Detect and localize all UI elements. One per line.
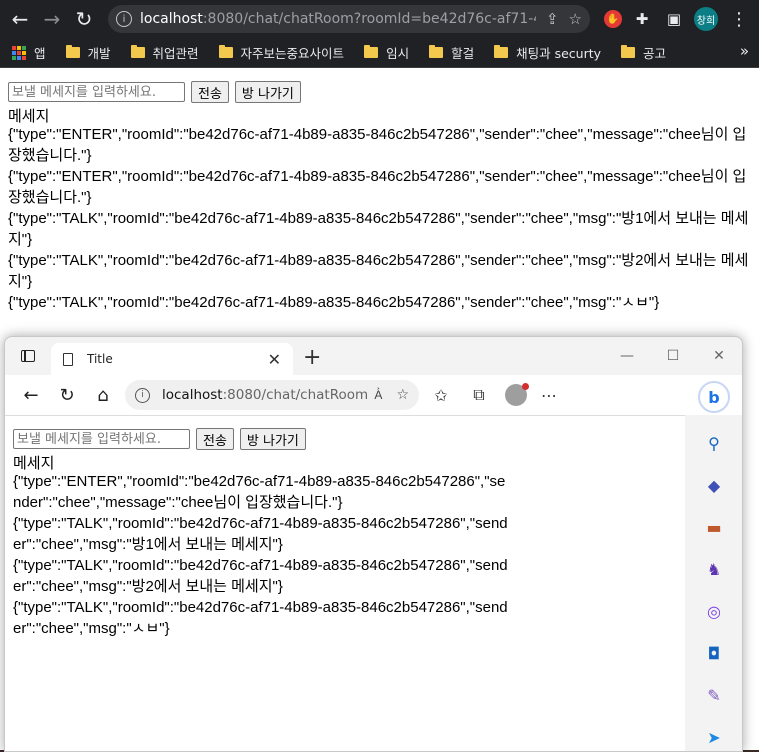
bookmark-label: 할걸 — [451, 46, 475, 61]
office-icon[interactable]: ◎ — [700, 597, 728, 625]
bookmark-label: 공고 — [643, 46, 667, 61]
message-item: {"type":"ENTER","roomId":"be42d76c-af71-… — [8, 126, 747, 164]
message-item: {"type":"TALK","roomId":"be42d76c-af71-4… — [13, 599, 508, 637]
send-button[interactable]: 전송 — [196, 428, 234, 450]
message-item: {"type":"ENTER","roomId":"be42d76c-af71-… — [8, 168, 747, 206]
site-info-icon[interactable]: i — [135, 387, 150, 403]
briefcase-icon[interactable]: ▬ — [700, 513, 728, 541]
tab-actions-icon[interactable] — [21, 350, 35, 362]
bookmark-folder[interactable]: 공고 — [621, 43, 666, 62]
profile-avatar[interactable] — [505, 383, 529, 406]
bookmark-folder[interactable]: 채팅과 securty — [494, 43, 601, 62]
close-window-icon[interactable]: ✕ — [696, 337, 742, 375]
url-rest: :8080/chat/chatRoom?roomId=be42d76c-af71… — [202, 11, 536, 27]
message-item: {"type":"TALK","roomId":"be42d76c-af71-4… — [8, 294, 660, 311]
favorites-icon[interactable]: ✩ — [425, 379, 457, 411]
close-tab-icon[interactable]: ✕ — [268, 350, 281, 369]
bookmarks-overflow-button[interactable]: » — [740, 42, 749, 60]
message-item: {"type":"TALK","roomId":"be42d76c-af71-4… — [8, 252, 749, 290]
bookmark-folder[interactable]: 임시 — [364, 43, 409, 62]
send-button[interactable]: 전송 — [191, 81, 229, 103]
maximize-icon[interactable]: ☐ — [650, 337, 696, 375]
bookmark-label: 취업관련 — [152, 46, 199, 61]
message-form: 전송 방 나가기 — [13, 428, 306, 450]
message-item: {"type":"TALK","roomId":"be42d76c-af71-4… — [8, 210, 749, 248]
bookmark-label: 임시 — [386, 46, 410, 61]
forward-icon[interactable]: → — [38, 5, 66, 33]
outlook-icon[interactable]: ◘ — [700, 639, 728, 667]
leave-room-button[interactable]: 방 나가기 — [234, 81, 301, 103]
edge-toolbar: ← ↻ ⌂ i localhost :8080/chat/chatRoom?ro… — [5, 375, 742, 415]
edge-tab-bar: Title ✕ + — ☐ ✕ — [5, 337, 742, 375]
edge-address-bar[interactable]: i localhost :8080/chat/chatRoom?ro... A͐… — [125, 380, 419, 410]
drop-icon[interactable]: ✎ — [700, 681, 728, 709]
back-icon[interactable]: ← — [13, 379, 49, 411]
folder-icon — [364, 45, 379, 58]
read-aloud-icon[interactable]: A͐ — [374, 388, 382, 402]
messages-heading: 메세지 — [13, 454, 55, 472]
bookmark-label: 채팅과 securty — [516, 46, 602, 61]
bing-chat-icon[interactable]: b — [698, 381, 730, 413]
message-input[interactable] — [8, 82, 185, 102]
bookmark-apps[interactable]: 앱 — [12, 43, 46, 62]
minimize-icon[interactable]: — — [604, 337, 650, 375]
chess-icon[interactable]: ♞ — [700, 555, 728, 583]
reload-icon[interactable]: ↻ — [70, 5, 98, 33]
bookmarks-bar: 앱 개발 취업관련 자주보는중요사이트 임시 할걸 채팅과 securty 공고 — [0, 38, 759, 68]
folder-icon — [130, 45, 145, 58]
url-rest: :8080/chat/chatRoom?ro... — [222, 387, 369, 403]
message-item: {"type":"TALK","roomId":"be42d76c-af71-4… — [13, 557, 508, 595]
bookmark-folder[interactable]: 할걸 — [429, 43, 474, 62]
side-panel-icon[interactable]: ▣ — [662, 7, 686, 31]
site-info-icon[interactable]: i — [116, 11, 132, 27]
bookmark-label: 자주보는중요사이트 — [240, 46, 345, 61]
message-list: {"type":"ENTER","roomId":"be42d76c-af71-… — [13, 471, 513, 639]
tab-title: Title — [87, 352, 113, 366]
apps-grid-icon — [12, 45, 26, 60]
folder-icon — [429, 45, 444, 58]
message-input[interactable] — [13, 429, 190, 449]
folder-icon — [218, 45, 233, 58]
messages-heading: 메세지 — [8, 107, 50, 125]
page-icon — [63, 352, 73, 366]
add-favorite-icon[interactable]: ☆ — [396, 387, 409, 403]
chrome-menu-icon[interactable]: ⋮ — [730, 9, 748, 30]
send-icon[interactable]: ➤ — [700, 723, 728, 751]
message-item: {"type":"ENTER","roomId":"be42d76c-af71-… — [13, 473, 506, 511]
edge-sidebar: ⚲ ◆ ▬ ♞ ◎ ◘ ✎ ➤ — [686, 415, 742, 751]
new-tab-icon[interactable]: + — [303, 345, 321, 370]
profile-avatar[interactable]: 창희 — [694, 7, 718, 31]
url-host: localhost — [140, 11, 203, 27]
tag-icon[interactable]: ◆ — [700, 471, 728, 499]
reload-icon[interactable]: ↻ — [49, 379, 85, 411]
bookmark-folder[interactable]: 취업관련 — [130, 43, 199, 62]
chrome-address-bar[interactable]: i localhost :8080/chat/chatRoom?roomId=b… — [108, 5, 590, 33]
bookmark-folder[interactable]: 개발 — [65, 43, 111, 62]
window-controls: — ☐ ✕ — [604, 337, 742, 375]
leave-room-button[interactable]: 방 나가기 — [239, 428, 306, 450]
chrome-toolbar: ← → ↻ i localhost :8080/chat/chatRoom?ro… — [0, 0, 759, 38]
extensions-puzzle-icon[interactable]: ✚ — [630, 7, 654, 31]
folder-icon — [621, 45, 636, 58]
bookmark-label: 앱 — [34, 46, 46, 61]
url-host: localhost — [162, 387, 223, 403]
message-item: {"type":"TALK","roomId":"be42d76c-af71-4… — [13, 515, 508, 553]
share-icon[interactable]: ⇪ — [546, 10, 559, 28]
adblock-extension-icon[interactable]: ✋ — [604, 10, 622, 28]
edge-tab[interactable]: Title ✕ — [51, 343, 293, 375]
bookmark-star-icon[interactable]: ☆ — [569, 10, 582, 28]
search-icon[interactable]: ⚲ — [700, 429, 728, 457]
more-icon[interactable]: ⋯ — [533, 379, 565, 411]
chat-page: 전송 방 나가기 메세지 {"type":"ENTER","roomId":"b… — [5, 415, 685, 751]
edge-window: Title ✕ + — ☐ ✕ ← ↻ ⌂ i localhost :8080/… — [4, 336, 743, 752]
back-icon[interactable]: ← — [6, 5, 34, 33]
message-form: 전송 방 나가기 — [8, 81, 301, 103]
collections-icon[interactable]: ⧉ — [463, 379, 495, 411]
home-icon[interactable]: ⌂ — [85, 379, 121, 411]
bookmark-label: 개발 — [87, 46, 111, 61]
folder-icon — [494, 45, 509, 58]
message-list: {"type":"ENTER","roomId":"be42d76c-af71-… — [8, 124, 750, 313]
bookmark-folder[interactable]: 자주보는중요사이트 — [218, 43, 345, 62]
folder-icon — [65, 45, 80, 58]
